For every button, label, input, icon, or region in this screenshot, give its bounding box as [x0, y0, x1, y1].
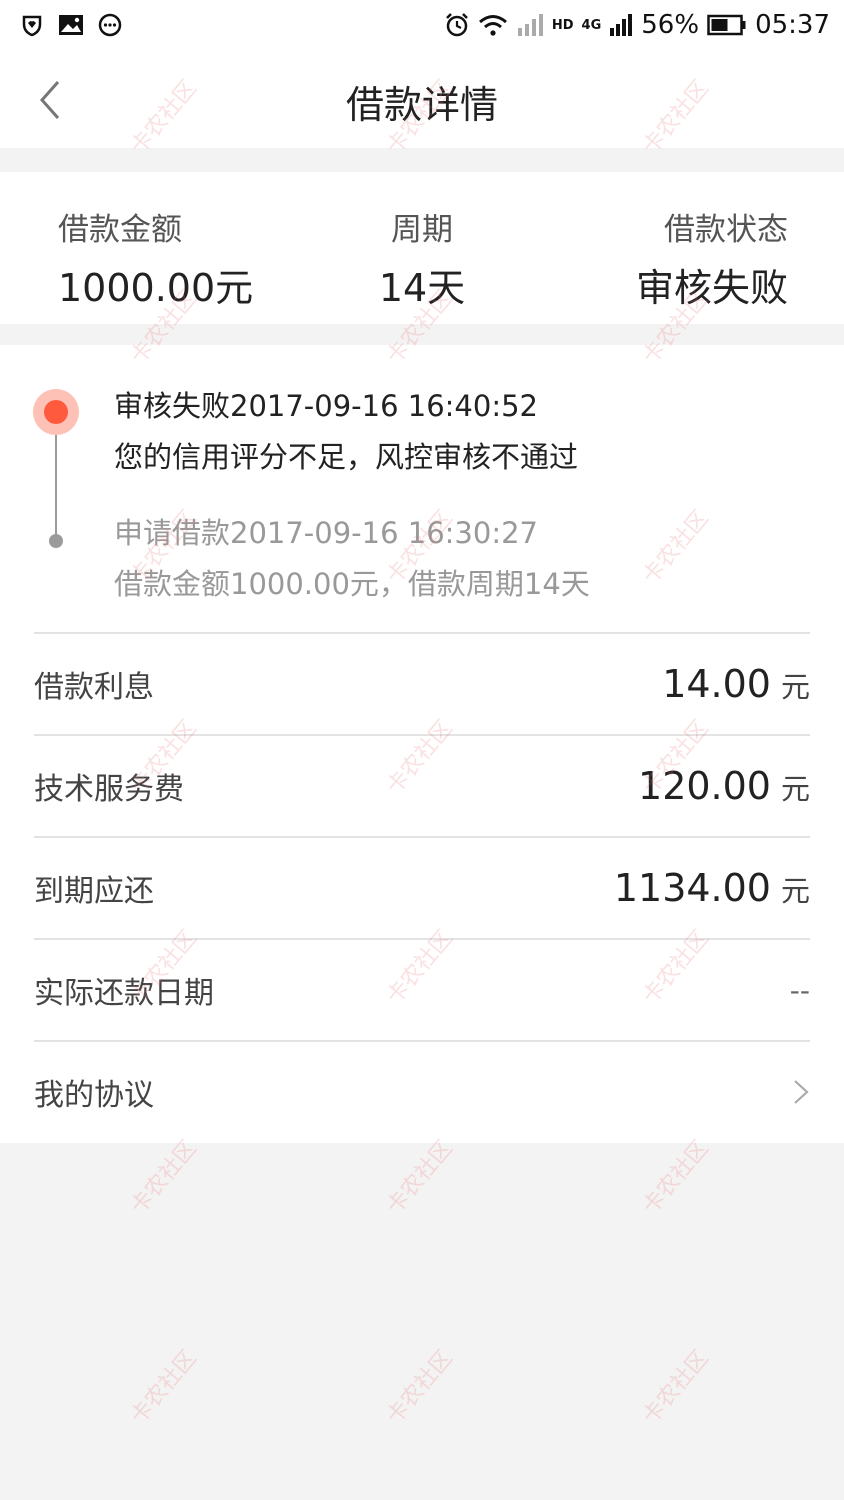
amount-label: 借款金额 [58, 212, 182, 248]
status-right-icons: HD 4G 56% 05:37 [444, 10, 830, 40]
actual-repay-date-value: -- [789, 973, 810, 1007]
timeline-event-title: 审核失败2017-09-16 16:40:52 [114, 389, 538, 423]
amount-due-label: 到期应还 [34, 874, 154, 909]
interest-row: 借款利息 14.00 元 [34, 632, 810, 734]
amount-due-row: 到期应还 1134.00 元 [34, 836, 810, 938]
shield-heart-icon [22, 15, 42, 37]
chevron-right-icon [794, 1080, 809, 1104]
fee-list: 借款利息 14.00 元 技术服务费 120.00 元 到期应还 1134.00… [34, 632, 810, 1142]
status-left-icons [20, 13, 122, 37]
wifi-icon [478, 15, 507, 36]
nav-bar: 借款详情 [0, 50, 844, 148]
timeline-event-desc: 您的信用评分不足，风控审核不通过 [114, 440, 579, 474]
status-label: 借款状态 [664, 212, 788, 248]
actual-repay-date-label: 实际还款日期 [34, 976, 214, 1011]
signal-icon [517, 14, 543, 36]
interest-value: 14.00 [662, 662, 771, 706]
watermark: 卡农社区 [126, 1345, 202, 1430]
service-fee-row: 技术服务费 120.00 元 [34, 734, 810, 836]
amount-value: 1000.00元 [58, 266, 254, 310]
status-value: 审核失败 [635, 266, 788, 310]
amount-due-unit: 元 [780, 874, 810, 908]
loan-summary: 借款金额 1000.00元 周期 14天 借款状态 审核失败 [0, 172, 844, 324]
status-summary: 借款状态 审核失败 [636, 204, 788, 312]
period-label: 周期 [391, 212, 453, 248]
amount-due-value: 1134.00 [613, 866, 771, 910]
loan-detail-card: 审核失败2017-09-16 16:40:52 您的信用评分不足，风控审核不通过… [0, 345, 844, 1143]
watermark: 卡农社区 [638, 1345, 714, 1430]
status-bar: HD 4G 56% 05:37 [0, 0, 844, 50]
amount-summary: 借款金额 1000.00元 [58, 204, 253, 312]
timeline-dot-current [44, 400, 68, 424]
service-fee-unit: 元 [780, 772, 810, 806]
watermark: 卡农社区 [126, 1135, 202, 1220]
clock: 05:37 [755, 10, 830, 40]
page-title: 借款详情 [345, 83, 498, 127]
service-fee-label: 技术服务费 [34, 772, 184, 807]
gallery-icon [59, 15, 83, 35]
chat-bubble-icon [98, 13, 122, 37]
watermark: 卡农社区 [382, 1135, 458, 1220]
my-agreement-row[interactable]: 我的协议 [34, 1040, 810, 1142]
alarm-icon [445, 13, 468, 37]
actual-repay-date-row: 实际还款日期 -- [34, 938, 810, 1040]
timeline-event-title: 申请借款2017-09-16 16:30:27 [114, 516, 538, 550]
battery-percent: 56% [641, 10, 700, 40]
hd-indicator: HD [551, 17, 574, 33]
period-summary: 周期 14天 [360, 204, 484, 312]
service-fee-value: 120.00 [638, 764, 771, 808]
period-value: 14天 [378, 266, 466, 310]
my-agreement-label: 我的协议 [34, 1078, 154, 1113]
timeline-event-desc: 借款金额1000.00元，借款周期14天 [114, 567, 590, 601]
watermark: 卡农社区 [382, 1345, 458, 1430]
watermark: 卡农社区 [638, 1135, 714, 1220]
network-type: 4G [581, 17, 602, 33]
timeline-dot-past [49, 534, 63, 548]
interest-unit: 元 [780, 670, 810, 704]
interest-label: 借款利息 [34, 670, 154, 705]
signal-strength-icon [610, 14, 633, 36]
battery-icon [707, 14, 746, 36]
